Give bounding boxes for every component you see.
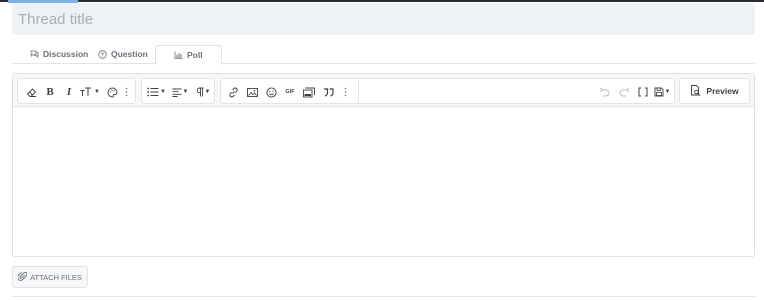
thread-title-input[interactable] xyxy=(18,8,738,30)
smiley-icon[interactable] xyxy=(263,84,279,100)
editor-content-area[interactable] xyxy=(13,108,754,256)
gif-icon[interactable]: GIF xyxy=(282,84,298,100)
palette-icon[interactable] xyxy=(104,84,120,100)
tab-poll[interactable]: Poll xyxy=(155,45,222,65)
bottom-divider xyxy=(12,296,755,297)
thread-title-field[interactable] xyxy=(12,3,755,35)
preview-button[interactable]: Preview xyxy=(679,78,750,104)
attach-files-label: ATTACH FILES xyxy=(30,272,82,282)
toolbar-group-format: B I ▼ xyxy=(17,78,136,104)
svg-text:?: ? xyxy=(101,52,104,58)
top-border-line xyxy=(0,0,764,2)
media-icon[interactable] xyxy=(301,84,317,100)
toolbar-group-insert: GIF xyxy=(220,78,367,104)
redo-icon[interactable] xyxy=(616,84,632,100)
undo-icon[interactable] xyxy=(596,84,612,100)
preview-icon xyxy=(690,84,701,98)
text-size-icon[interactable]: ▼ xyxy=(79,84,101,100)
link-icon[interactable] xyxy=(225,84,241,100)
tab-poll-label: Poll xyxy=(187,50,203,60)
question-circle-icon: ? xyxy=(98,49,107,59)
paperclip-icon xyxy=(17,271,28,283)
more-vertical-icon[interactable] xyxy=(338,84,352,100)
quote-icon[interactable] xyxy=(320,84,336,100)
thread-type-tabs: Discussion ? Question Poll xyxy=(12,44,755,65)
tab-question-label: Question xyxy=(111,49,148,59)
attach-files-button[interactable]: ATTACH FILES xyxy=(12,266,88,288)
italic-label: I xyxy=(66,86,72,98)
tab-discussion-label: Discussion xyxy=(43,49,89,59)
more-vertical-icon[interactable] xyxy=(121,84,131,100)
tab-question[interactable]: ? Question xyxy=(98,44,148,64)
save-draft-icon[interactable]: ▼ xyxy=(652,84,672,100)
toolbar-group-blocks: ▼ ▼ ▼ xyxy=(141,78,215,104)
editor-toolbar: B I ▼ ▼ ▼ ▼ GIF ▼ Preview xyxy=(13,74,754,107)
paragraph-icon[interactable]: ▼ xyxy=(193,84,213,100)
chat-icon xyxy=(30,50,39,59)
toolbar-group-history: ▼ xyxy=(358,78,675,104)
italic-icon[interactable]: I xyxy=(61,84,77,100)
preview-label: Preview xyxy=(706,86,739,96)
image-icon[interactable] xyxy=(244,84,260,100)
bold-label: B xyxy=(46,86,54,98)
brackets-icon[interactable] xyxy=(635,84,651,100)
message-editor: B I ▼ ▼ ▼ ▼ GIF ▼ Preview xyxy=(12,73,755,257)
gif-label: GIF xyxy=(285,89,295,95)
bar-chart-icon xyxy=(174,51,183,60)
bold-icon[interactable]: B xyxy=(42,84,58,100)
eraser-icon[interactable] xyxy=(23,84,39,100)
align-left-icon[interactable]: ▼ xyxy=(170,84,190,100)
tab-discussion[interactable]: Discussion xyxy=(30,44,88,64)
bulleted-list-icon[interactable]: ▼ xyxy=(146,84,167,100)
